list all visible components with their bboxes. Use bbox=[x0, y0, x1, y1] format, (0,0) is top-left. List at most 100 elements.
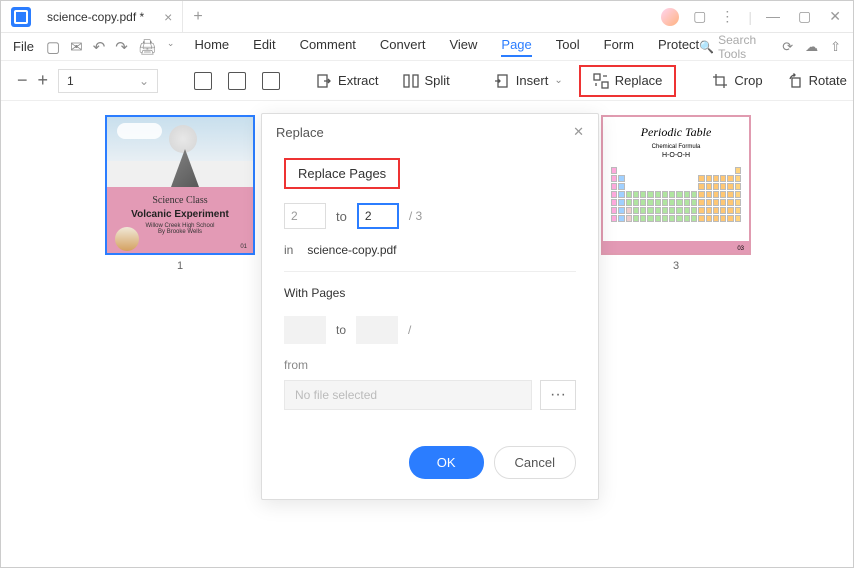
replace-dialog: Replace ✕ Replace Pages to / 3 in scienc… bbox=[261, 113, 599, 500]
insert-label: Insert bbox=[516, 73, 549, 88]
title-right-controls: ▢ ⋮ | — ▢ ✕ bbox=[661, 8, 853, 26]
menu-comment[interactable]: Comment bbox=[300, 37, 356, 57]
replace-to-input[interactable] bbox=[357, 203, 399, 229]
page-toolbar: − + 1 Extract Split Insert ⌄ Replace Cro… bbox=[1, 61, 853, 101]
save-icon[interactable]: ▢ bbox=[46, 38, 60, 56]
replace-icon bbox=[593, 73, 609, 89]
replace-from-input[interactable] bbox=[284, 203, 326, 229]
menu-tool[interactable]: Tool bbox=[556, 37, 580, 57]
menu-page[interactable]: Page bbox=[501, 37, 531, 57]
slide3-pagenum: 03 bbox=[737, 246, 744, 252]
ellipsis-icon: ··· bbox=[550, 386, 566, 404]
slide3-title: Periodic Table bbox=[611, 125, 741, 140]
replace-pages-heading: Replace Pages bbox=[284, 158, 400, 189]
title-bar: science-copy.pdf * × + ▢ ⋮ | — ▢ ✕ bbox=[1, 1, 853, 33]
thumbnail-image-1: Science Class Volcanic Experiment Willow… bbox=[105, 115, 255, 255]
search-tools[interactable]: 🔍 Search Tools bbox=[699, 33, 768, 61]
extract-icon bbox=[316, 73, 332, 89]
extract-button[interactable]: Extract bbox=[308, 69, 386, 93]
page-thumbnail-3[interactable]: Periodic Table Chemical Formula H-O-O-H … bbox=[601, 115, 751, 269]
ok-button[interactable]: OK bbox=[409, 446, 484, 479]
split-icon bbox=[403, 73, 419, 89]
slide1-title: Science Class bbox=[115, 195, 245, 206]
slash-label: / bbox=[408, 323, 411, 337]
crop-icon bbox=[712, 73, 728, 89]
total-pages-label: / 3 bbox=[409, 209, 422, 223]
crop-button[interactable]: Crop bbox=[704, 69, 770, 93]
split-button[interactable]: Split bbox=[395, 69, 458, 93]
kebab-menu-icon[interactable]: ⋮ bbox=[720, 8, 734, 25]
thumbnail-image-3: Periodic Table Chemical Formula H-O-O-H … bbox=[601, 115, 751, 255]
current-filename: science-copy.pdf bbox=[307, 243, 396, 257]
file-menu[interactable]: File bbox=[13, 39, 34, 54]
zoom-in-button[interactable]: + bbox=[38, 70, 49, 91]
slide1-pagenum: 01 bbox=[240, 244, 247, 250]
copy-page-icon[interactable] bbox=[228, 72, 246, 90]
menu-view[interactable]: View bbox=[449, 37, 477, 57]
delete-page-icon[interactable] bbox=[262, 72, 280, 90]
with-from-input[interactable] bbox=[284, 316, 326, 344]
with-to-input[interactable] bbox=[356, 316, 398, 344]
replace-label: Replace bbox=[615, 73, 663, 88]
in-label: in bbox=[284, 243, 293, 257]
replace-button[interactable]: Replace bbox=[579, 65, 677, 97]
menu-protect[interactable]: Protect bbox=[658, 37, 699, 57]
file-path-input[interactable]: No file selected bbox=[284, 380, 532, 410]
search-placeholder: Search Tools bbox=[718, 33, 768, 61]
dialog-title: Replace bbox=[276, 125, 324, 140]
document-tab[interactable]: science-copy.pdf * × bbox=[37, 1, 183, 32]
rotate-label: Rotate bbox=[809, 73, 847, 88]
cloud-icon[interactable]: ☁ bbox=[805, 39, 818, 55]
menu-form[interactable]: Form bbox=[604, 37, 634, 57]
tab-title: science-copy.pdf * bbox=[47, 10, 144, 24]
rotate-icon bbox=[787, 73, 803, 89]
main-menu: Home Edit Comment Convert View Page Tool… bbox=[194, 37, 699, 57]
window-icon[interactable]: ▢ bbox=[693, 8, 706, 25]
to-label-1: to bbox=[336, 209, 347, 224]
slide3-sub: Chemical Formula bbox=[611, 144, 741, 150]
user-avatar-icon[interactable] bbox=[661, 8, 679, 26]
browse-file-button[interactable]: ··· bbox=[540, 380, 576, 410]
insert-icon bbox=[494, 73, 510, 89]
zoom-out-button[interactable]: − bbox=[17, 70, 28, 91]
search-icon: 🔍 bbox=[699, 40, 714, 54]
dropdown-icon[interactable]: ⌄ bbox=[167, 38, 175, 56]
mail-icon[interactable]: ✉ bbox=[70, 38, 83, 56]
slide3-formula: H-O-O-H bbox=[611, 152, 741, 159]
upload-icon[interactable]: ⇧ bbox=[830, 39, 841, 55]
extract-label: Extract bbox=[338, 73, 378, 88]
print-icon[interactable]: 🖨 bbox=[138, 38, 157, 56]
thumb-number-1: 1 bbox=[105, 260, 255, 272]
menu-bar: File ▢ ✉ ↶ ↷ 🖨 ⌄ Home Edit Comment Conve… bbox=[1, 33, 853, 61]
app-logo-icon bbox=[11, 7, 31, 27]
to-label-2: to bbox=[336, 323, 346, 337]
share-icon[interactable]: ⟳ bbox=[782, 39, 793, 55]
menu-convert[interactable]: Convert bbox=[380, 37, 426, 57]
blank-page-icon[interactable] bbox=[194, 72, 212, 90]
minimize-button[interactable]: — bbox=[766, 8, 780, 25]
add-tab-button[interactable]: + bbox=[193, 8, 202, 26]
chevron-down-icon: ⌄ bbox=[554, 75, 562, 86]
page-thumbnail-1[interactable]: Science Class Volcanic Experiment Willow… bbox=[105, 115, 255, 269]
split-label: Split bbox=[425, 73, 450, 88]
undo-icon[interactable]: ↶ bbox=[93, 38, 106, 56]
from-label: from bbox=[284, 358, 576, 372]
maximize-button[interactable]: ▢ bbox=[798, 8, 811, 25]
redo-icon[interactable]: ↷ bbox=[115, 38, 128, 56]
close-tab-icon[interactable]: × bbox=[164, 9, 172, 25]
zoom-value: 1 bbox=[67, 74, 74, 88]
with-pages-heading: With Pages bbox=[284, 286, 576, 300]
menu-edit[interactable]: Edit bbox=[253, 37, 275, 57]
rotate-button[interactable]: Rotate bbox=[779, 69, 854, 93]
thumb-number-3: 3 bbox=[601, 260, 751, 272]
cancel-button[interactable]: Cancel bbox=[494, 446, 576, 479]
close-window-button[interactable]: ✕ bbox=[829, 8, 841, 25]
crop-label: Crop bbox=[734, 73, 762, 88]
zoom-value-select[interactable]: 1 bbox=[58, 69, 158, 93]
menu-home[interactable]: Home bbox=[194, 37, 229, 57]
dialog-close-button[interactable]: ✕ bbox=[573, 124, 584, 140]
insert-button[interactable]: Insert ⌄ bbox=[486, 69, 571, 93]
slide1-subtitle: Volcanic Experiment bbox=[115, 209, 245, 220]
no-file-placeholder: No file selected bbox=[295, 388, 377, 402]
periodic-table-graphic bbox=[611, 167, 741, 222]
